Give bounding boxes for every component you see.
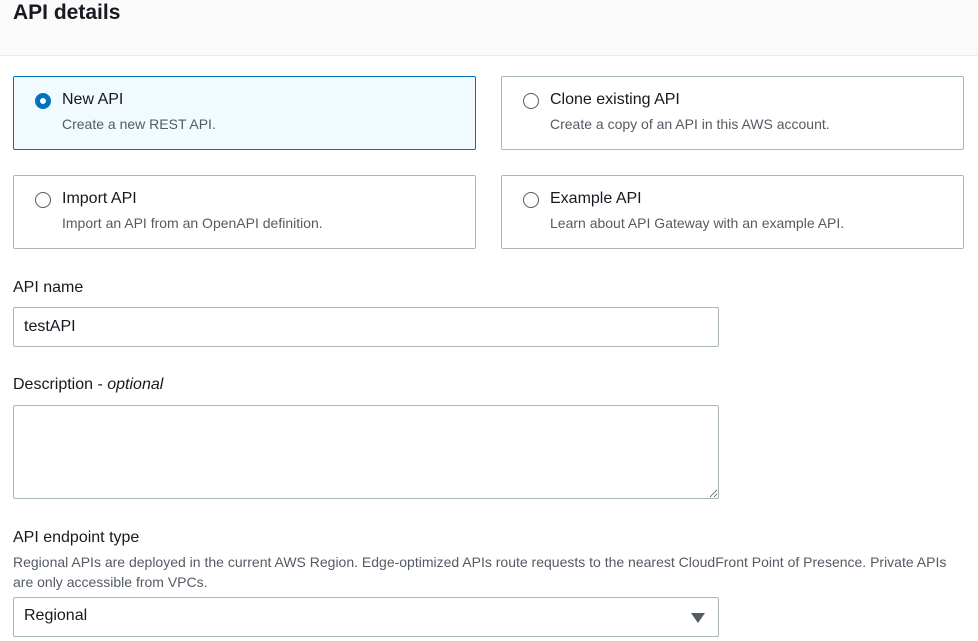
endpoint-type-value: Regional — [24, 607, 88, 624]
option-description: Create a new REST API. — [62, 116, 216, 132]
page-title: API details — [13, 1, 121, 24]
option-title: New API — [62, 91, 124, 108]
option-description: Create a copy of an API in this AWS acco… — [550, 116, 830, 132]
endpoint-type-select[interactable]: Regional — [13, 597, 719, 637]
section-header: API details — [0, 0, 978, 56]
caret-down-icon — [691, 613, 705, 623]
option-description: Import an API from an OpenAPI definition… — [62, 215, 323, 231]
description-label-text: Description - — [13, 376, 108, 393]
option-description: Learn about API Gateway with an example … — [550, 215, 845, 231]
endpoint-type-label: API endpoint type — [13, 529, 140, 546]
description-textarea[interactable] — [13, 405, 719, 499]
option-new-api[interactable]: New API Create a new REST API. — [13, 76, 476, 150]
radio-import-api[interactable] — [35, 192, 51, 208]
api-name-input[interactable] — [13, 307, 719, 347]
api-name-label: API name — [13, 279, 84, 296]
radio-new-api[interactable] — [35, 93, 51, 109]
optional-tag: optional — [107, 376, 164, 393]
option-clone-existing-api[interactable]: Clone existing API Create a copy of an A… — [501, 76, 964, 150]
endpoint-type-hint: Regional APIs are deployed in the curren… — [13, 554, 947, 590]
radio-clone-existing-api[interactable] — [523, 93, 539, 109]
description-label: Description - optional — [13, 376, 163, 394]
option-title: Example API — [550, 190, 642, 207]
option-import-api[interactable]: Import API Import an API from an OpenAPI… — [13, 175, 476, 249]
radio-example-api[interactable] — [523, 192, 539, 208]
option-title: Import API — [62, 190, 137, 207]
option-title: Clone existing API — [550, 91, 680, 108]
option-example-api[interactable]: Example API Learn about API Gateway with… — [501, 175, 964, 249]
